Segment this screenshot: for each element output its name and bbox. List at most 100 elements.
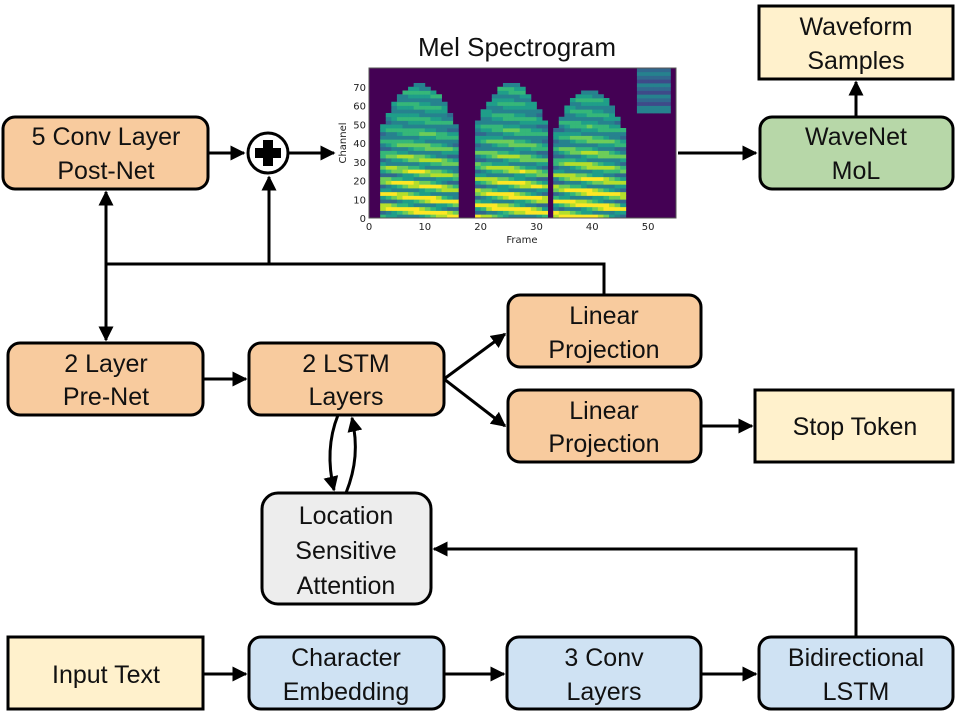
spectrogram-cell	[502, 86, 509, 91]
spectrogram-cell	[491, 113, 498, 118]
spectrogram-cell	[620, 131, 627, 136]
spectrogram-cell	[475, 150, 482, 155]
spectrogram-cell	[380, 128, 387, 133]
spectrogram-cell	[491, 191, 498, 196]
spectrogram-cell	[581, 98, 588, 103]
spectrogram-cell	[525, 139, 532, 144]
spectrogram-cell	[419, 139, 426, 144]
spectrogram-cell	[391, 176, 398, 181]
spectrogram-cell	[514, 139, 521, 144]
spectrogram-cell	[396, 203, 403, 208]
spectrogram-cell	[486, 161, 493, 166]
spectrogram-cell	[419, 90, 426, 95]
node-stop-token: Stop Token	[753, 388, 955, 464]
spectrogram-cell	[424, 113, 431, 118]
spectrogram-cell	[536, 120, 543, 125]
spectrogram-cell	[620, 150, 627, 155]
spectrogram-cell	[609, 191, 615, 196]
spectrogram-cell	[491, 146, 498, 151]
spectrogram-cell	[592, 161, 599, 166]
spectrogram-cell	[508, 120, 515, 125]
spectrogram-cell	[452, 206, 459, 211]
spectrogram-cell	[569, 120, 576, 125]
spectrogram-cell	[525, 146, 532, 151]
spectrogram-cell	[659, 68, 666, 73]
spectrogram-cell	[508, 128, 515, 133]
spectrogram-cell	[430, 98, 437, 103]
spectrogram-cell	[519, 94, 526, 99]
spectrogram-cell	[480, 169, 487, 174]
spectrogram-cell	[424, 158, 431, 163]
spectrogram-cell	[514, 146, 521, 151]
x-tick-label: 50	[642, 222, 655, 233]
spectrogram-cell	[491, 105, 498, 110]
spectrogram-cell	[396, 135, 403, 140]
spectrogram-cell	[514, 150, 521, 155]
spectrogram-cell	[530, 180, 537, 185]
spectrogram-cell	[558, 128, 565, 133]
spectrogram-cell	[592, 206, 599, 211]
spectrogram-cell	[586, 128, 593, 133]
spectrogram-cell	[380, 191, 387, 196]
spectrogram-cell	[620, 199, 627, 204]
spectrogram-cell	[385, 173, 392, 178]
spectrogram-cell	[385, 131, 392, 136]
spectrogram-cell	[408, 188, 415, 193]
spectrogram-cell	[620, 191, 627, 196]
spectrogram-title: Mel Spectrogram	[418, 32, 616, 62]
spectrogram-cell	[491, 131, 498, 136]
spectrogram-cell	[424, 86, 431, 91]
spectrogram-cell	[536, 109, 543, 114]
conv3-label-line1: 3 Conv	[564, 644, 644, 672]
spectrogram-cell	[424, 154, 431, 159]
spectrogram-cell	[603, 128, 610, 133]
spectrogram-cell	[508, 113, 515, 118]
spectrogram-cell	[508, 150, 515, 155]
node-wavenet: WaveNet MoL	[758, 115, 955, 191]
spectrogram-cell	[491, 195, 498, 200]
spectrogram-cell	[380, 143, 387, 148]
spectrogram-cell	[391, 188, 398, 193]
spectrogram-cell	[486, 173, 493, 178]
spectrogram-cell	[391, 143, 398, 148]
spectrogram-cell	[564, 199, 571, 204]
spectrogram-cell	[564, 116, 571, 121]
spectrogram-cell	[536, 131, 543, 136]
spectrogram-cell	[402, 161, 409, 166]
spectrogram-cell	[564, 146, 571, 151]
spectrogram-cell	[603, 191, 610, 196]
spectrogram-cell	[419, 120, 426, 125]
spectrogram-cell	[391, 101, 398, 106]
spectrogram-cell	[486, 146, 493, 151]
spectrogram-cell	[402, 113, 409, 118]
spectrogram-cell	[636, 71, 643, 76]
node-linear-projection-1: Linear Projection	[506, 293, 703, 369]
spectrogram-cell	[502, 188, 509, 193]
spectrogram-cell	[530, 184, 537, 189]
spectrogram-cell	[502, 184, 509, 189]
spectrogram-cell	[514, 165, 521, 170]
spectrogram-cell	[636, 68, 643, 73]
spectrogram-cell	[452, 180, 459, 185]
spectrogram-cell	[569, 161, 576, 166]
spectrogram-cell	[402, 146, 409, 151]
spectrogram-cell	[530, 101, 537, 106]
spectrogram-cell	[603, 109, 610, 114]
spectrogram-cell	[402, 94, 409, 99]
spectrogram-cell	[385, 154, 392, 159]
spectrogram-cell	[609, 116, 615, 121]
spectrogram-cell	[441, 210, 448, 215]
spectrogram-cell	[648, 94, 655, 99]
spectrogram-cell	[508, 124, 515, 129]
spectrogram-cell	[430, 203, 437, 208]
spectrogram-cell	[491, 206, 498, 211]
spectrogram-cell	[525, 165, 532, 170]
spectrogram-cell	[491, 94, 498, 99]
spectrogram-cell	[664, 101, 671, 106]
x-tick-label: 20	[474, 222, 487, 233]
spectrogram-cell	[575, 135, 582, 140]
spectrogram-cell	[553, 191, 560, 196]
spectrogram-cell	[435, 143, 442, 148]
spectrogram-cell	[480, 173, 487, 178]
spectrogram-cell	[475, 180, 482, 185]
